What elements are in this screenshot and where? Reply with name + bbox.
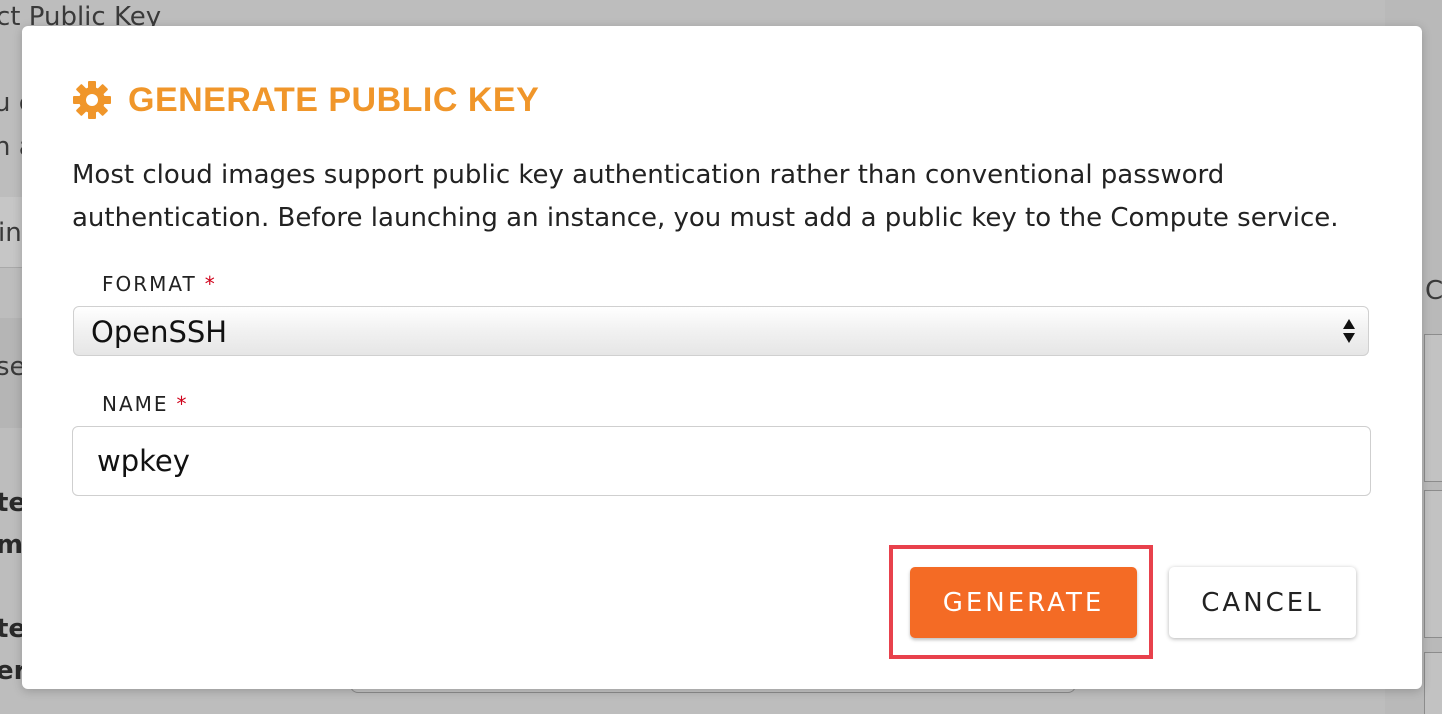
background-right-box xyxy=(1424,490,1442,638)
page: ct Public Key u c n a in se te m te er C xyxy=(0,0,1442,714)
format-select[interactable]: OpenSSH xyxy=(73,306,1369,356)
required-marker: * xyxy=(204,272,217,296)
format-select-value: OpenSSH xyxy=(91,315,228,349)
name-label: NAME * xyxy=(102,392,189,416)
name-input[interactable] xyxy=(72,426,1371,496)
select-arrows-icon xyxy=(1343,319,1355,343)
background-tab-label: in xyxy=(0,218,22,248)
format-label-text: FORMAT xyxy=(102,272,197,296)
gear-icon xyxy=(73,81,111,119)
background-right-box xyxy=(1424,652,1442,714)
dialog-header: GENERATE PUBLIC KEY xyxy=(72,78,539,122)
format-label: FORMAT * xyxy=(102,272,217,296)
dialog-title: GENERATE PUBLIC KEY xyxy=(128,80,540,119)
background-right-box xyxy=(1424,334,1442,482)
background-bold-label: m xyxy=(0,530,24,560)
required-marker: * xyxy=(176,392,189,416)
background-right-label: C xyxy=(1425,276,1442,306)
dialog-description: Most cloud images support public key aut… xyxy=(72,160,1339,233)
generate-key-dialog: GENERATE PUBLIC KEY Most cloud images su… xyxy=(22,26,1422,689)
generate-button[interactable]: GENERATE xyxy=(910,567,1137,638)
name-label-text: NAME xyxy=(102,392,169,416)
cancel-button[interactable]: CANCEL xyxy=(1169,567,1356,638)
